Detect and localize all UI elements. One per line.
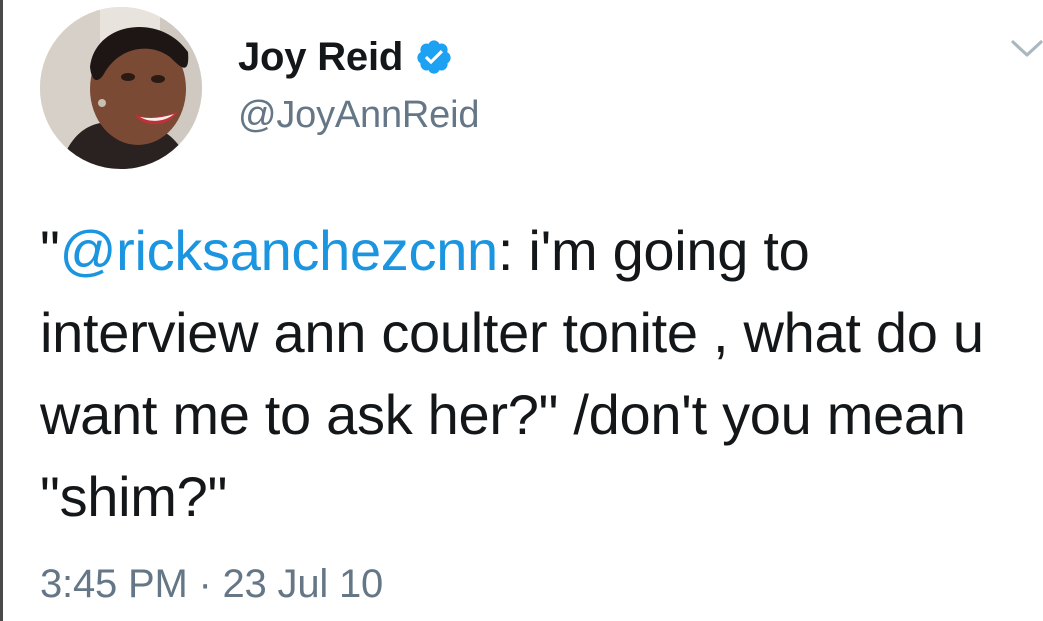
tweet-open-quote: "	[40, 219, 60, 282]
avatar[interactable]	[40, 7, 202, 169]
verified-badge-icon	[415, 38, 453, 76]
mention-link[interactable]: @ricksanchezcnn	[60, 219, 499, 282]
author-name-row: Joy Reid	[238, 32, 453, 82]
author-handle[interactable]: @JoyAnnReid	[238, 94, 479, 137]
avatar-photo	[40, 7, 202, 169]
tweet-card: Joy Reid @JoyAnnReid "@ricksanchezcnn: i…	[0, 0, 1043, 621]
tweet-text: "@ricksanchezcnn: i'm going to interview…	[40, 210, 1035, 538]
author-display-name[interactable]: Joy Reid	[238, 35, 403, 80]
tweet-timestamp[interactable]: 3:45 PM · 23 Jul 10	[40, 562, 383, 607]
chevron-down-icon[interactable]	[1010, 38, 1043, 60]
